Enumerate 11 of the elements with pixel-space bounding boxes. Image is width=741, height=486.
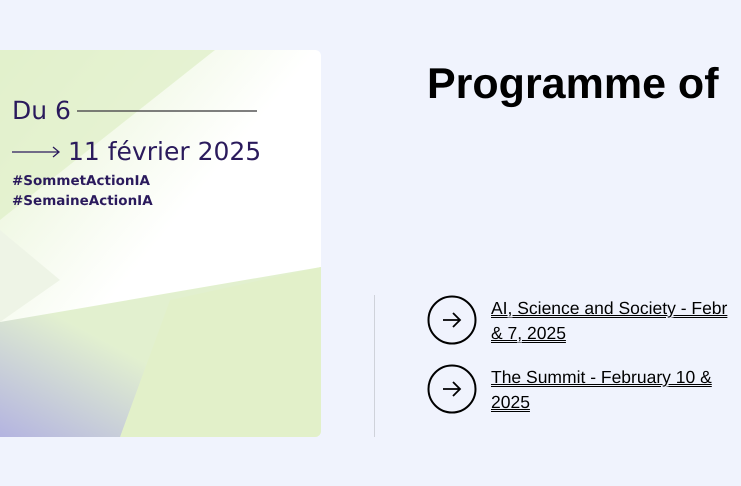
date-end: 11 février 2025 xyxy=(68,136,262,168)
arrow-circle-icon[interactable] xyxy=(427,295,477,345)
programme-link[interactable]: AI, Science and Society - Febr & 7, 2025 xyxy=(491,296,728,346)
arrow-circle-icon[interactable] xyxy=(427,364,477,414)
programme-link[interactable]: The Summit - February 10 & 2025 xyxy=(491,365,712,415)
date-start: Du 6 xyxy=(12,95,71,127)
line-icon xyxy=(76,109,257,113)
page-heading: Programme of xyxy=(427,59,720,110)
hashtag: #SemaineActionIA xyxy=(12,192,154,211)
arrow-icon xyxy=(12,145,62,159)
hashtag: #SommetActionIA xyxy=(12,172,151,191)
